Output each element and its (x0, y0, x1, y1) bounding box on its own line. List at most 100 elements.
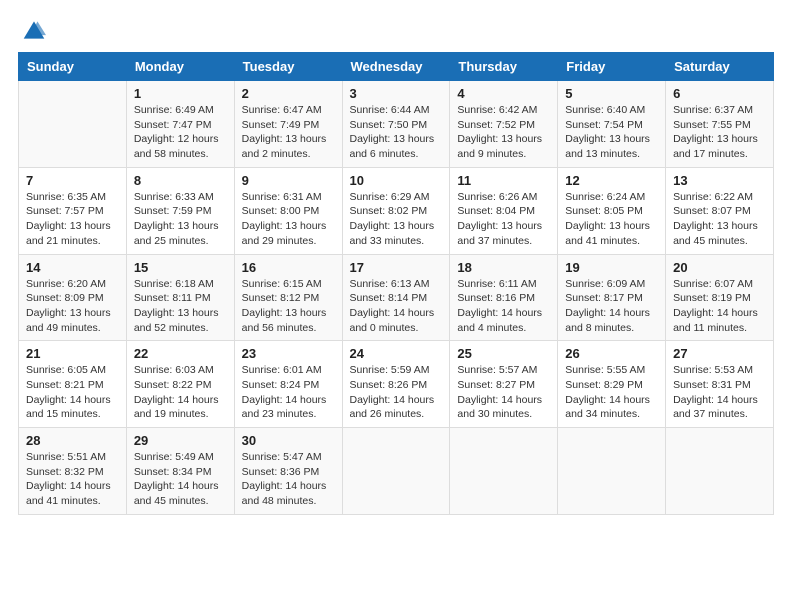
calendar-cell: 1 Sunrise: 6:49 AM Sunset: 7:47 PM Daylig… (126, 81, 234, 168)
day-info: Sunrise: 6:03 AM Sunset: 8:22 PM Dayligh… (134, 363, 227, 422)
day-info: Sunrise: 6:01 AM Sunset: 8:24 PM Dayligh… (242, 363, 335, 422)
day-info: Sunrise: 6:05 AM Sunset: 8:21 PM Dayligh… (26, 363, 119, 422)
calendar-cell: 10 Sunrise: 6:29 AM Sunset: 8:02 PM Dayli… (342, 167, 450, 254)
day-info: Sunrise: 6:26 AM Sunset: 8:04 PM Dayligh… (457, 190, 550, 249)
calendar-cell: 15 Sunrise: 6:18 AM Sunset: 8:11 PM Dayli… (126, 254, 234, 341)
day-info: Sunrise: 6:31 AM Sunset: 8:00 PM Dayligh… (242, 190, 335, 249)
day-number: 20 (673, 260, 766, 275)
calendar-cell: 9 Sunrise: 6:31 AM Sunset: 8:00 PM Daylig… (234, 167, 342, 254)
column-header-saturday: Saturday (666, 53, 774, 81)
day-number: 9 (242, 173, 335, 188)
calendar-cell: 18 Sunrise: 6:11 AM Sunset: 8:16 PM Dayli… (450, 254, 558, 341)
day-info: Sunrise: 6:20 AM Sunset: 8:09 PM Dayligh… (26, 277, 119, 336)
day-info: Sunrise: 6:42 AM Sunset: 7:52 PM Dayligh… (457, 103, 550, 162)
day-info: Sunrise: 6:40 AM Sunset: 7:54 PM Dayligh… (565, 103, 658, 162)
day-info: Sunrise: 6:29 AM Sunset: 8:02 PM Dayligh… (350, 190, 443, 249)
day-number: 29 (134, 433, 227, 448)
column-header-friday: Friday (558, 53, 666, 81)
day-info: Sunrise: 5:55 AM Sunset: 8:29 PM Dayligh… (565, 363, 658, 422)
day-info: Sunrise: 6:22 AM Sunset: 8:07 PM Dayligh… (673, 190, 766, 249)
calendar-cell: 6 Sunrise: 6:37 AM Sunset: 7:55 PM Daylig… (666, 81, 774, 168)
day-number: 25 (457, 346, 550, 361)
calendar-cell: 27Sunrise: 5:53 AM Sunset: 8:31 PM Dayli… (666, 341, 774, 428)
calendar-cell: 12Sunrise: 6:24 AM Sunset: 8:05 PM Dayli… (558, 167, 666, 254)
day-number: 14 (26, 260, 119, 275)
calendar-header-row: SundayMondayTuesdayWednesdayThursdayFrid… (19, 53, 774, 81)
day-info: Sunrise: 6:44 AM Sunset: 7:50 PM Dayligh… (350, 103, 443, 162)
day-number: 17 (350, 260, 443, 275)
calendar-cell (19, 81, 127, 168)
week-row-5: 28 Sunrise: 5:51 AM Sunset: 8:32 PM Dayli… (19, 428, 774, 515)
calendar-cell (342, 428, 450, 515)
day-info: Sunrise: 6:37 AM Sunset: 7:55 PM Dayligh… (673, 103, 766, 162)
calendar-cell: 28 Sunrise: 5:51 AM Sunset: 8:32 PM Dayli… (19, 428, 127, 515)
day-number: 15 (134, 260, 227, 275)
day-info: Sunrise: 6:13 AM Sunset: 8:14 PM Dayligh… (350, 277, 443, 336)
day-number: 7 (26, 173, 119, 188)
day-number: 3 (350, 86, 443, 101)
column-header-sunday: Sunday (19, 53, 127, 81)
day-info: Sunrise: 5:59 AM Sunset: 8:26 PM Dayligh… (350, 363, 443, 422)
day-number: 18 (457, 260, 550, 275)
day-number: 11 (457, 173, 550, 188)
day-info: Sunrise: 6:24 AM Sunset: 8:05 PM Dayligh… (565, 190, 658, 249)
calendar-cell: 4 Sunrise: 6:42 AM Sunset: 7:52 PM Daylig… (450, 81, 558, 168)
calendar-cell: 24 Sunrise: 5:59 AM Sunset: 8:26 PM Dayli… (342, 341, 450, 428)
calendar-cell: 21 Sunrise: 6:05 AM Sunset: 8:21 PM Dayli… (19, 341, 127, 428)
day-number: 27 (673, 346, 766, 361)
day-number: 21 (26, 346, 119, 361)
day-number: 5 (565, 86, 658, 101)
week-row-2: 7 Sunrise: 6:35 AM Sunset: 7:57 PM Daylig… (19, 167, 774, 254)
column-header-thursday: Thursday (450, 53, 558, 81)
header (18, 18, 774, 42)
calendar-cell: 5 Sunrise: 6:40 AM Sunset: 7:54 PM Daylig… (558, 81, 666, 168)
calendar-cell: 22 Sunrise: 6:03 AM Sunset: 8:22 PM Dayli… (126, 341, 234, 428)
logo (18, 18, 46, 42)
calendar-cell: 3 Sunrise: 6:44 AM Sunset: 7:50 PM Daylig… (342, 81, 450, 168)
day-info: Sunrise: 5:47 AM Sunset: 8:36 PM Dayligh… (242, 450, 335, 509)
day-number: 19 (565, 260, 658, 275)
calendar-cell: 30 Sunrise: 5:47 AM Sunset: 8:36 PM Dayli… (234, 428, 342, 515)
day-info: Sunrise: 6:49 AM Sunset: 7:47 PM Dayligh… (134, 103, 227, 162)
day-number: 8 (134, 173, 227, 188)
day-number: 28 (26, 433, 119, 448)
day-number: 1 (134, 86, 227, 101)
week-row-1: 1 Sunrise: 6:49 AM Sunset: 7:47 PM Daylig… (19, 81, 774, 168)
calendar-cell: 13 Sunrise: 6:22 AM Sunset: 8:07 PM Dayli… (666, 167, 774, 254)
day-number: 6 (673, 86, 766, 101)
day-number: 4 (457, 86, 550, 101)
column-header-monday: Monday (126, 53, 234, 81)
day-number: 26 (565, 346, 658, 361)
calendar-cell (666, 428, 774, 515)
day-info: Sunrise: 5:51 AM Sunset: 8:32 PM Dayligh… (26, 450, 119, 509)
day-info: Sunrise: 6:33 AM Sunset: 7:59 PM Dayligh… (134, 190, 227, 249)
column-header-wednesday: Wednesday (342, 53, 450, 81)
calendar-cell (450, 428, 558, 515)
day-info: Sunrise: 6:47 AM Sunset: 7:49 PM Dayligh… (242, 103, 335, 162)
calendar-cell: 26 Sunrise: 5:55 AM Sunset: 8:29 PM Dayli… (558, 341, 666, 428)
day-info: Sunrise: 5:49 AM Sunset: 8:34 PM Dayligh… (134, 450, 227, 509)
column-header-tuesday: Tuesday (234, 53, 342, 81)
logo-icon (22, 18, 46, 42)
day-info: Sunrise: 6:15 AM Sunset: 8:12 PM Dayligh… (242, 277, 335, 336)
day-number: 13 (673, 173, 766, 188)
week-row-4: 21 Sunrise: 6:05 AM Sunset: 8:21 PM Dayli… (19, 341, 774, 428)
calendar-cell: 16Sunrise: 6:15 AM Sunset: 8:12 PM Dayli… (234, 254, 342, 341)
calendar-cell: 23 Sunrise: 6:01 AM Sunset: 8:24 PM Dayli… (234, 341, 342, 428)
day-info: Sunrise: 6:18 AM Sunset: 8:11 PM Dayligh… (134, 277, 227, 336)
calendar-cell: 14 Sunrise: 6:20 AM Sunset: 8:09 PM Dayli… (19, 254, 127, 341)
day-info: Sunrise: 5:57 AM Sunset: 8:27 PM Dayligh… (457, 363, 550, 422)
calendar-table: SundayMondayTuesdayWednesdayThursdayFrid… (18, 52, 774, 515)
day-number: 10 (350, 173, 443, 188)
day-number: 24 (350, 346, 443, 361)
day-number: 22 (134, 346, 227, 361)
week-row-3: 14 Sunrise: 6:20 AM Sunset: 8:09 PM Dayli… (19, 254, 774, 341)
calendar-cell: 11 Sunrise: 6:26 AM Sunset: 8:04 PM Dayli… (450, 167, 558, 254)
day-number: 2 (242, 86, 335, 101)
day-info: Sunrise: 6:11 AM Sunset: 8:16 PM Dayligh… (457, 277, 550, 336)
day-info: Sunrise: 6:35 AM Sunset: 7:57 PM Dayligh… (26, 190, 119, 249)
day-number: 30 (242, 433, 335, 448)
calendar-cell: 17 Sunrise: 6:13 AM Sunset: 8:14 PM Dayli… (342, 254, 450, 341)
calendar-cell: 29 Sunrise: 5:49 AM Sunset: 8:34 PM Dayli… (126, 428, 234, 515)
day-number: 23 (242, 346, 335, 361)
